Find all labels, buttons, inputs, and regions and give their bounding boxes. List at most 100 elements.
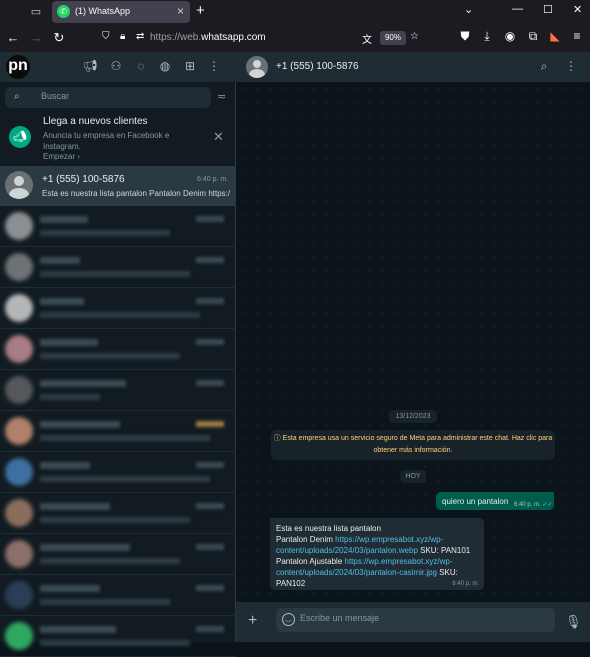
zoom-level[interactable]: 90% [380,31,406,45]
close-promo-icon[interactable]: ✕ [213,129,224,145]
new-chat-icon[interactable]: ⊞ [182,59,198,73]
redacted-preview [40,640,190,646]
avatar [5,253,33,281]
close-window-button[interactable]: ✕ [573,3,582,16]
translate-icon[interactable]: 文 [362,31,372,46]
chat-name: +1 (555) 100-5876 [42,174,125,185]
message-time: 6:40 p. m. ✓✓ [514,502,553,508]
maximize-button[interactable]: ☐ [543,3,553,16]
minimize-button[interactable]: — [512,3,523,15]
message-input[interactable] [300,613,548,623]
chat-list-item-active[interactable]: +1 (555) 100-5876 6:40 p. m. Esta es nue… [0,166,236,206]
pocket-icon[interactable]: ⛊ [457,29,473,44]
search-icon[interactable]: ⌕ [536,59,552,74]
avatar [5,376,33,404]
tab-list-icon[interactable]: ▭ [28,4,44,20]
conversation-header[interactable]: +1 (555) 100-5876 ⌕ ⋮ [236,52,590,82]
chat-list-item[interactable] [0,206,236,247]
incoming-message[interactable]: Esta es nuestra lista pantalon Pantalon … [270,518,484,590]
redacted-preview [40,394,100,400]
chat-list-item[interactable] [0,288,236,329]
account-icon[interactable]: ◉ [502,29,518,43]
extensions-icon[interactable]: ⧉ [525,29,541,44]
microphone-icon[interactable]: 🎙︎ [565,614,582,630]
forward-button[interactable]: → [28,30,44,46]
tab-whatsapp[interactable]: ✆ (1) WhatsApp × [52,1,190,23]
redacted-name [40,544,130,551]
redacted-name [40,216,88,223]
tab-title: (1) WhatsApp [75,6,131,16]
redacted-preview [40,353,180,359]
new-tab-button[interactable]: + [196,2,205,19]
chat-list-item[interactable] [0,493,236,534]
message-text: quiero un pantalon [442,497,509,506]
encryption-notice[interactable]: ⓘ Esta empresa usa un servicio seguro de… [271,430,555,460]
chat-list-item[interactable] [0,616,236,657]
read-ticks-icon: ✓✓ [542,502,553,508]
contact-name[interactable]: +1 (555) 100-5876 [276,61,359,72]
communities-icon[interactable]: ⚇ [108,59,124,73]
url-text[interactable]: https://web.whatsapp.com [150,32,266,43]
chat-list-item[interactable] [0,575,236,616]
conversation-panel: +1 (555) 100-5876 ⌕ ⋮ 13/12/2023 ⓘ Esta … [236,52,590,642]
contact-avatar[interactable] [246,56,268,78]
redacted-name [40,298,84,305]
profile-avatar[interactable]: pn [6,55,30,79]
redacted-preview [40,312,200,318]
url-bar[interactable]: ⛉ 🔒︎ ⇄ https://web.whatsapp.com 文 90% ☆ [94,27,426,49]
avatar [5,294,33,322]
chat-list-item[interactable] [0,452,236,493]
extension-colored-icon[interactable]: ◣ [547,29,563,43]
message-input-box[interactable]: ‿ [276,608,555,632]
menu-kebab-icon[interactable]: ⋮ [206,59,222,73]
redacted-name [40,380,126,387]
menu-kebab-icon[interactable]: ⋮ [563,59,579,73]
bookmark-star-icon[interactable]: ☆ [410,31,419,42]
attach-plus-icon[interactable]: + [248,613,257,629]
search-box[interactable]: ⌕ [5,87,211,108]
app-menu-icon[interactable]: ≡ [569,29,585,43]
search-input[interactable] [41,91,201,101]
chat-list-item[interactable] [0,411,236,452]
close-tab-icon[interactable]: × [177,4,184,18]
avatar [5,212,33,240]
redacted-time [196,462,224,468]
redacted-preview [40,476,210,482]
status-icon[interactable]: ◌ [133,59,149,73]
redacted-time [196,626,224,632]
today-separator: HOY [400,470,426,483]
avatar [5,417,33,445]
redacted-time [196,421,224,427]
message-composer: + ‿ 🎙︎ [236,602,590,642]
redacted-preview [40,558,180,564]
info-icon: ⓘ [273,435,283,442]
search-icon: ⌕ [14,91,20,102]
chat-list-item[interactable] [0,247,236,288]
redacted-time [196,380,224,386]
redacted-name [40,626,116,633]
chat-list-item[interactable] [0,534,236,575]
permissions-icon[interactable]: ⇄ [136,31,144,42]
avatar [5,581,33,609]
reload-button[interactable]: ↻ [51,30,67,46]
shield-icon[interactable]: ⛉ [102,31,110,42]
downloads-icon[interactable]: ⤓ [479,29,495,44]
redacted-name [40,503,110,510]
message-text: Esta es nuestra lista pantalon Pantalon … [276,524,471,588]
emoji-icon[interactable]: ‿ [282,613,295,626]
tab-overflow-chevron-icon[interactable]: ⌄ [464,3,473,16]
chat-preview: Esta es nuestra lista pantalon Pantalon … [42,189,230,198]
filter-icon[interactable]: ≂ [217,90,226,103]
back-button[interactable]: ← [5,30,21,46]
encryption-notice-text: Esta empresa usa un servicio seguro de M… [282,435,553,454]
redacted-time [196,503,224,509]
channels-icon[interactable]: ◍ [157,59,173,73]
promo-start-link[interactable]: Empezar › [43,152,80,161]
promo-banner[interactable]: 📣︎ Llega a nuevos clientes Anuncia tu em… [0,112,236,164]
outgoing-message[interactable]: quiero un pantalon 6:40 p. m. ✓✓ [436,492,554,510]
megaphone-icon[interactable]: 📢︎ [82,59,98,73]
chat-list-item[interactable] [0,370,236,411]
lock-icon[interactable]: 🔒︎ [120,31,125,42]
chat-list-item[interactable] [0,329,236,370]
redacted-preview [40,599,170,605]
